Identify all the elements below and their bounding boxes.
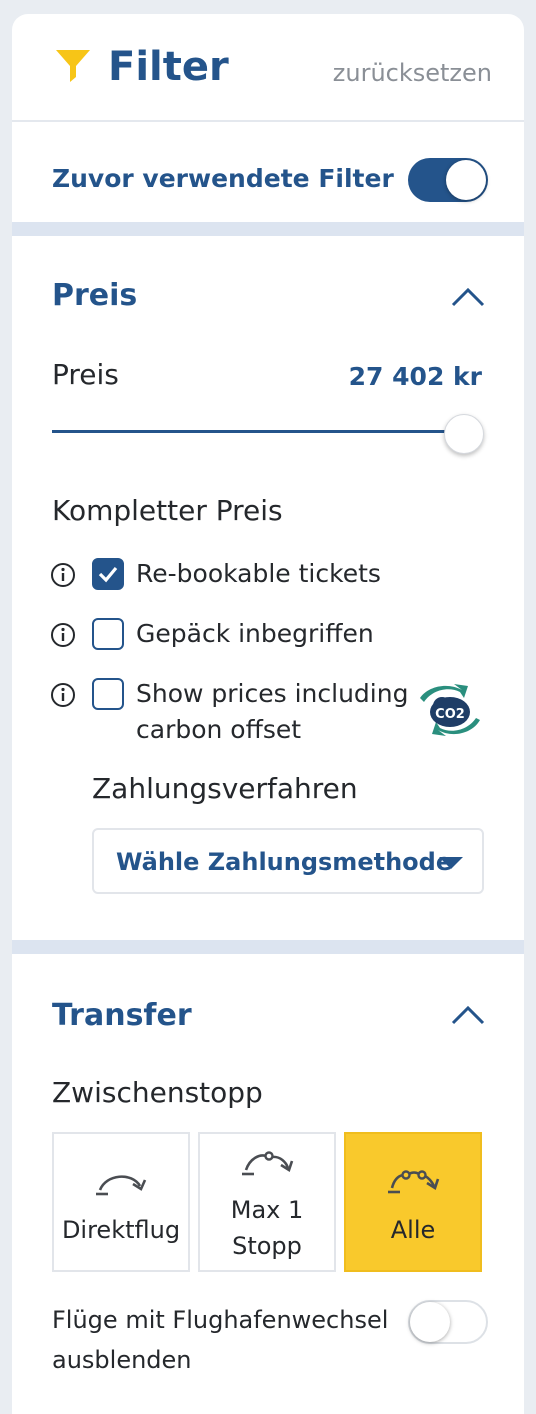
section-divider xyxy=(12,940,524,954)
stop-option-direct[interactable]: Direktflug xyxy=(52,1132,190,1272)
filter-header: Filter zurücksetzen xyxy=(12,14,524,122)
hide-airport-change-line1: Flüge mit Flughafenwechsel xyxy=(52,1306,389,1334)
carbon-offset-checkbox[interactable] xyxy=(92,678,124,710)
info-icon[interactable] xyxy=(50,682,76,708)
stop-option-all[interactable]: Alle xyxy=(344,1132,482,1272)
direct-flight-icon xyxy=(96,1175,147,1196)
filter-panel: Filter zurücksetzen Zuvor verwendete Fil… xyxy=(12,14,524,1414)
hide-airport-change-line2: ausblenden xyxy=(52,1346,192,1374)
stopover-label: Zwischenstopp xyxy=(52,1076,263,1109)
info-icon[interactable] xyxy=(50,622,76,648)
toggle-knob xyxy=(410,1302,450,1342)
toggle-knob xyxy=(446,160,486,200)
price-section-title: Preis xyxy=(52,278,138,313)
rebookable-tickets-label: Re-bookable tickets xyxy=(136,559,381,588)
caret-down-icon xyxy=(439,857,463,869)
price-slider-track[interactable] xyxy=(52,430,467,433)
one-stop-icon xyxy=(242,1151,294,1176)
stop-option-label: Direktflug xyxy=(61,1216,181,1244)
previous-filters-toggle[interactable] xyxy=(408,158,488,202)
payment-method-dropdown[interactable]: Wähle Zahlungsmethode xyxy=(92,828,484,894)
complete-price-label: Kompletter Preis xyxy=(52,494,283,527)
stop-option-label-line2: Stopp xyxy=(232,1232,302,1260)
reset-button[interactable]: zurücksetzen xyxy=(333,59,492,87)
baggage-included-checkbox[interactable] xyxy=(92,618,124,650)
price-slider-handle[interactable] xyxy=(444,414,484,454)
chevron-up-icon[interactable] xyxy=(450,1004,486,1026)
transfer-section-title: Transfer xyxy=(52,998,192,1033)
filter-title: Filter xyxy=(108,44,229,90)
hide-airport-change-toggle[interactable] xyxy=(408,1300,488,1344)
co2-offset-icon: CO2 xyxy=(420,684,480,736)
all-stops-icon xyxy=(388,1170,440,1194)
filter-funnel-icon xyxy=(56,50,90,82)
payment-method-label: Zahlungsverfahren xyxy=(92,772,358,805)
stop-option-label: Alle xyxy=(390,1216,436,1244)
baggage-included-label: Gepäck inbegriffen xyxy=(136,619,374,648)
hide-airport-change-label: Flüge mit Flughafenwechsel ausblenden xyxy=(52,1300,402,1380)
price-label: Preis xyxy=(52,358,119,391)
carbon-offset-label-line2: carbon offset xyxy=(136,715,302,744)
price-value: 27 402 kr xyxy=(348,362,482,391)
stop-option-max-one[interactable]: Max 1 Stopp xyxy=(198,1132,336,1272)
previous-filters-row: Zuvor verwendete Filter xyxy=(12,122,524,222)
section-divider xyxy=(12,222,524,236)
previous-filters-label: Zuvor verwendete Filter xyxy=(52,164,394,193)
stop-option-label-line1: Max 1 xyxy=(230,1196,304,1224)
payment-method-placeholder: Wähle Zahlungsmethode xyxy=(116,848,453,876)
checkmark-icon xyxy=(98,566,118,583)
rebookable-tickets-checkbox[interactable] xyxy=(92,558,124,590)
chevron-up-icon[interactable] xyxy=(450,286,486,308)
carbon-offset-label-line1: Show prices including xyxy=(136,679,409,708)
info-icon[interactable] xyxy=(50,562,76,588)
co2-badge-text: CO2 xyxy=(435,707,465,722)
